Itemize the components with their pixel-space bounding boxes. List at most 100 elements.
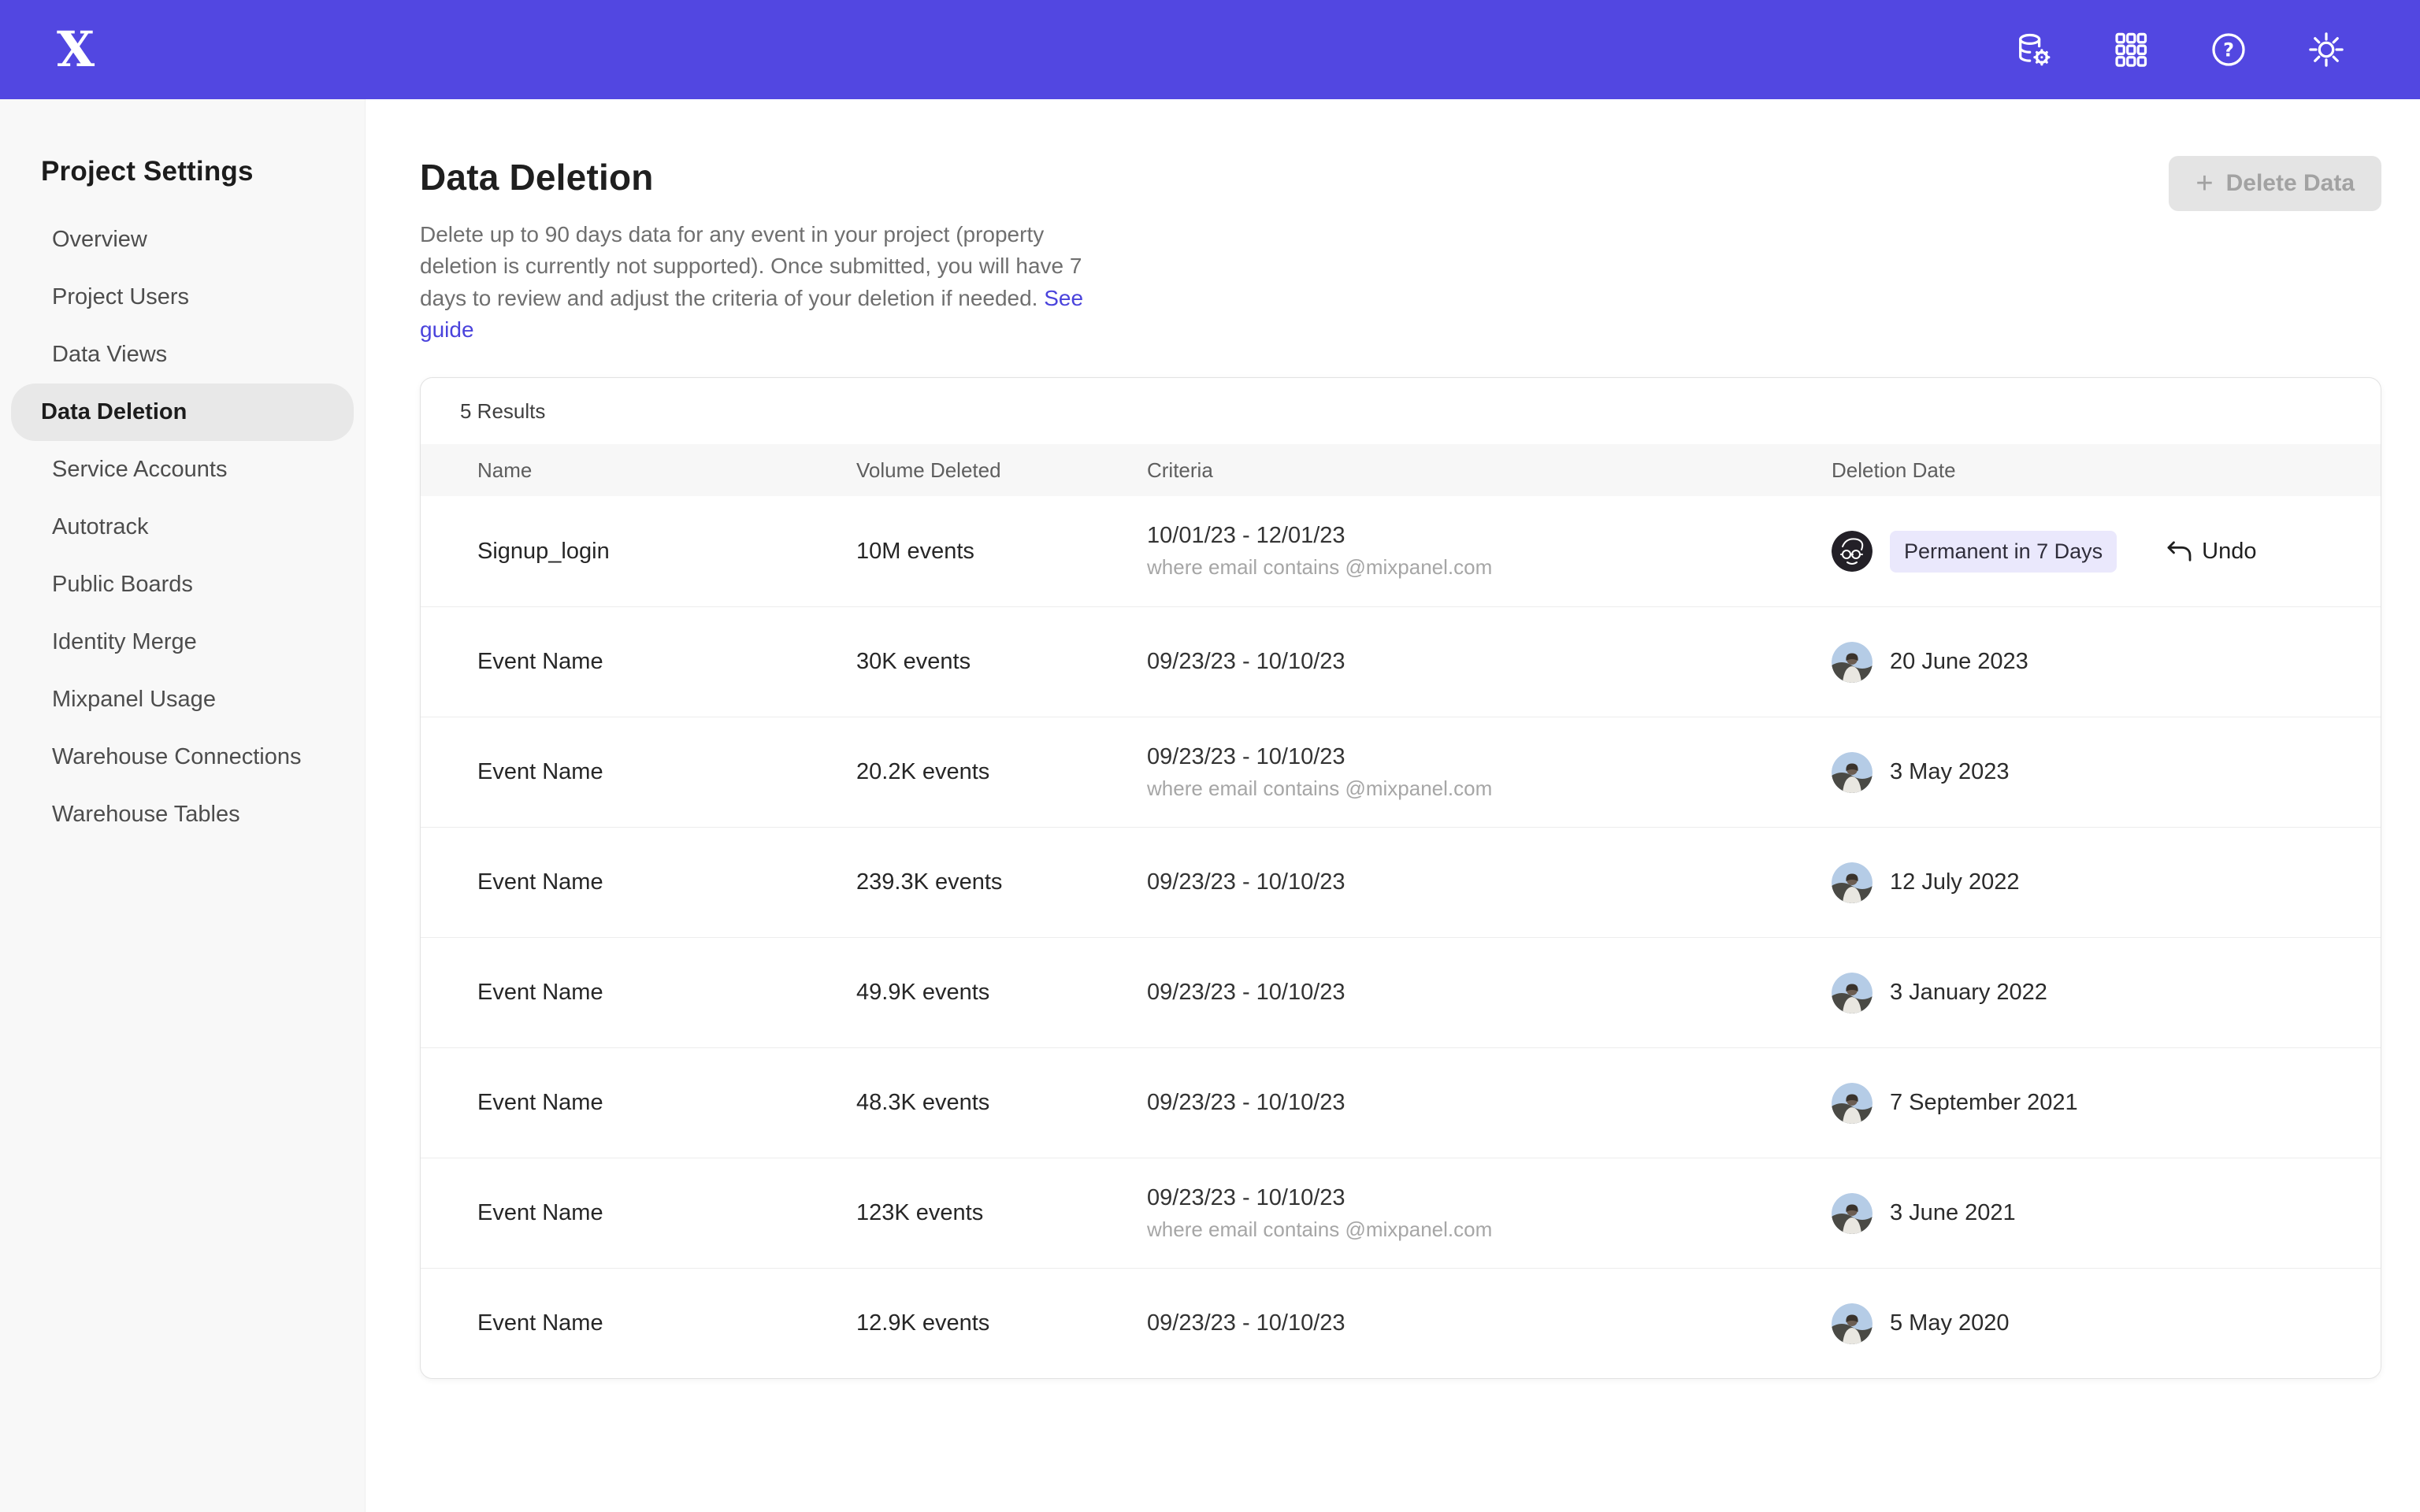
criteria-where-clause: where email contains @mixpanel.com: [1147, 555, 1832, 580]
criteria-date-range: 10/01/23 - 12/01/23: [1147, 523, 1832, 549]
criteria-date-range: 09/23/23 - 10/10/23: [1147, 980, 1832, 1006]
page-head-text: Data Deletion Delete up to 90 days data …: [420, 156, 1113, 346]
criteria-cell: 09/23/23 - 10/10/23: [1147, 869, 1832, 895]
table-body: Signup_login 10M events 10/01/23 - 12/01…: [421, 496, 2381, 1378]
deletion-date-label: 3 June 2021: [1890, 1200, 2016, 1226]
volume-deleted-cell: 48.3K events: [856, 1090, 1147, 1116]
page-title: Data Deletion: [420, 156, 1113, 198]
sidebar-item-warehouse-tables[interactable]: Warehouse Tables: [11, 786, 354, 843]
volume-deleted-cell: 30K events: [856, 649, 1147, 675]
sidebar-item-project-users[interactable]: Project Users: [11, 269, 354, 326]
deletion-date-cell: 7 September 2021: [1832, 1083, 2381, 1124]
criteria-date-range: 09/23/23 - 10/10/23: [1147, 1310, 1832, 1336]
sidebar-item-public-boards[interactable]: Public Boards: [11, 556, 354, 613]
settings-sidebar: Project Settings Overview Project Users …: [0, 99, 366, 1512]
page-description-text: Delete up to 90 days data for any event …: [420, 222, 1082, 310]
undo-button[interactable]: Undo: [2166, 539, 2256, 565]
criteria-cell: 09/23/23 - 10/10/23: [1147, 649, 1832, 675]
criteria-date-range: 09/23/23 - 10/10/23: [1147, 649, 1832, 675]
svg-text:?: ?: [2223, 39, 2234, 61]
criteria-where-clause: where email contains @mixpanel.com: [1147, 776, 1832, 801]
deletion-date-label: 5 May 2020: [1890, 1310, 2010, 1336]
deletion-date-cell: Permanent in 7 Days Undo: [1832, 531, 2381, 573]
volume-deleted-cell: 239.3K events: [856, 869, 1147, 895]
criteria-date-range: 09/23/23 - 10/10/23: [1147, 1090, 1832, 1116]
table-row: Event Name 239.3K events 09/23/23 - 10/1…: [421, 827, 2381, 937]
criteria-cell: 09/23/23 - 10/10/23: [1147, 1310, 1832, 1336]
data-management-icon[interactable]: [2014, 30, 2053, 69]
page-description: Delete up to 90 days data for any event …: [420, 219, 1113, 346]
permanent-badge: Permanent in 7 Days: [1890, 531, 2117, 573]
mixpanel-app: X ? Project Settings Overview Project Us…: [0, 0, 2420, 1512]
criteria-date-range: 09/23/23 - 10/10/23: [1147, 744, 1832, 770]
sidebar-item-data-views[interactable]: Data Views: [11, 326, 354, 384]
sidebar-item-identity-merge[interactable]: Identity Merge: [11, 613, 354, 671]
help-icon[interactable]: ?: [2209, 30, 2248, 69]
event-name-cell: Event Name: [477, 1090, 856, 1116]
user-avatar: [1832, 862, 1873, 903]
table-row: Event Name 123K events 09/23/23 - 10/10/…: [421, 1158, 2381, 1268]
event-name-cell: Signup_login: [477, 539, 856, 565]
sidebar-item-service-accounts[interactable]: Service Accounts: [11, 441, 354, 498]
sidebar-item-autotrack[interactable]: Autotrack: [11, 498, 354, 556]
table-row: Signup_login 10M events 10/01/23 - 12/01…: [421, 496, 2381, 606]
table-row: Event Name 49.9K events 09/23/23 - 10/10…: [421, 937, 2381, 1047]
event-name-cell: Event Name: [477, 759, 856, 785]
table-header-row: Name Volume Deleted Criteria Deletion Da…: [421, 444, 2381, 496]
table-row: Event Name 20.2K events 09/23/23 - 10/10…: [421, 717, 2381, 827]
deletion-table-card: 5 Results Name Volume Deleted Criteria D…: [420, 377, 2381, 1379]
deletion-date-cell: 12 July 2022: [1832, 862, 2381, 903]
deletion-date-cell: 3 May 2023: [1832, 752, 2381, 793]
volume-deleted-cell: 10M events: [856, 539, 1147, 565]
deletion-date-cell: 5 May 2020: [1832, 1303, 2381, 1344]
deletion-date-label: 12 July 2022: [1890, 869, 2019, 895]
plus-icon: +: [2195, 169, 2213, 198]
deletion-date-cell: 3 June 2021: [1832, 1193, 2381, 1234]
undo-icon: [2166, 540, 2192, 562]
table-row: Event Name 12.9K events 09/23/23 - 10/10…: [421, 1268, 2381, 1378]
deletion-date-cell: 3 January 2022: [1832, 973, 2381, 1014]
event-name-cell: Event Name: [477, 980, 856, 1006]
sidebar-item-data-deletion[interactable]: Data Deletion: [11, 384, 354, 441]
criteria-cell: 09/23/23 - 10/10/23 where email contains…: [1147, 744, 1832, 801]
volume-deleted-cell: 123K events: [856, 1200, 1147, 1226]
apps-grid-icon[interactable]: [2111, 30, 2151, 69]
user-avatar: [1832, 973, 1873, 1014]
event-name-cell: Event Name: [477, 649, 856, 675]
user-avatar: [1832, 1303, 1873, 1344]
event-name-cell: Event Name: [477, 1200, 856, 1226]
deletion-date-label: 20 June 2023: [1890, 649, 2028, 675]
criteria-cell: 09/23/23 - 10/10/23: [1147, 980, 1832, 1006]
page-head: Data Deletion Delete up to 90 days data …: [420, 156, 2381, 346]
column-header-volume-deleted: Volume Deleted: [856, 458, 1147, 483]
mixpanel-logo[interactable]: X: [57, 25, 95, 74]
user-avatar: [1832, 1083, 1873, 1124]
undo-button-label: Undo: [2202, 539, 2256, 565]
column-header-name: Name: [477, 458, 856, 483]
settings-icon[interactable]: [2307, 30, 2346, 69]
sidebar-item-warehouse-connections[interactable]: Warehouse Connections: [11, 728, 354, 786]
volume-deleted-cell: 20.2K events: [856, 759, 1147, 785]
delete-data-button[interactable]: + Delete Data: [2169, 156, 2381, 211]
criteria-cell: 09/23/23 - 10/10/23: [1147, 1090, 1832, 1116]
volume-deleted-cell: 49.9K events: [856, 980, 1147, 1006]
sidebar-nav: Overview Project Users Data Views Data D…: [0, 211, 365, 843]
user-avatar: [1832, 531, 1873, 572]
event-name-cell: Event Name: [477, 869, 856, 895]
criteria-cell: 09/23/23 - 10/10/23 where email contains…: [1147, 1185, 1832, 1242]
event-name-cell: Event Name: [477, 1310, 856, 1336]
table-row: Event Name 30K events 09/23/23 - 10/10/2…: [421, 606, 2381, 717]
sidebar-item-mixpanel-usage[interactable]: Mixpanel Usage: [11, 671, 354, 728]
table-row: Event Name 48.3K events 09/23/23 - 10/10…: [421, 1047, 2381, 1158]
deletion-date-cell: 20 June 2023: [1832, 642, 2381, 683]
sidebar-title: Project Settings: [0, 156, 365, 187]
delete-data-button-label: Delete Data: [2226, 170, 2355, 197]
results-count: 5 Results: [421, 378, 2381, 444]
column-header-criteria: Criteria: [1147, 458, 1832, 483]
topbar-icons: ?: [2014, 30, 2346, 69]
main-content: Data Deletion Delete up to 90 days data …: [366, 99, 2420, 1512]
user-avatar: [1832, 642, 1873, 683]
criteria-date-range: 09/23/23 - 10/10/23: [1147, 869, 1832, 895]
topbar: X ?: [0, 0, 2420, 99]
sidebar-item-overview[interactable]: Overview: [11, 211, 354, 269]
